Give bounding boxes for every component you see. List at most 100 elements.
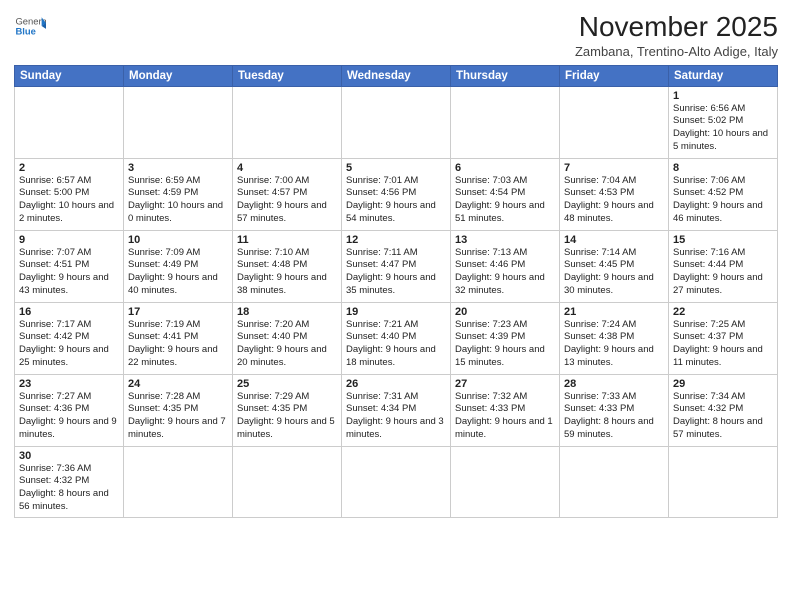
cell-info: Sunrise: 7:00 AM Sunset: 4:57 PM Dayligh… bbox=[237, 175, 337, 226]
calendar-cell bbox=[233, 446, 342, 517]
date-number: 12 bbox=[346, 234, 446, 246]
date-number: 2 bbox=[19, 162, 119, 174]
date-number: 21 bbox=[564, 306, 664, 318]
cell-info: Sunrise: 7:14 AM Sunset: 4:45 PM Dayligh… bbox=[564, 247, 664, 298]
calendar-cell: 8Sunrise: 7:06 AM Sunset: 4:52 PM Daylig… bbox=[669, 158, 778, 230]
date-number: 22 bbox=[673, 306, 773, 318]
cell-info: Sunrise: 6:57 AM Sunset: 5:00 PM Dayligh… bbox=[19, 175, 119, 226]
calendar-cell: 22Sunrise: 7:25 AM Sunset: 4:37 PM Dayli… bbox=[669, 302, 778, 374]
cell-info: Sunrise: 7:04 AM Sunset: 4:53 PM Dayligh… bbox=[564, 175, 664, 226]
day-header-sunday: Sunday bbox=[15, 65, 124, 86]
calendar-cell: 19Sunrise: 7:21 AM Sunset: 4:40 PM Dayli… bbox=[342, 302, 451, 374]
date-number: 19 bbox=[346, 306, 446, 318]
cell-info: Sunrise: 7:32 AM Sunset: 4:33 PM Dayligh… bbox=[455, 391, 555, 442]
date-number: 20 bbox=[455, 306, 555, 318]
calendar-cell: 14Sunrise: 7:14 AM Sunset: 4:45 PM Dayli… bbox=[560, 230, 669, 302]
title-block: November 2025 Zambana, Trentino-Alto Adi… bbox=[575, 10, 778, 59]
date-number: 1 bbox=[673, 90, 773, 102]
calendar-cell: 18Sunrise: 7:20 AM Sunset: 4:40 PM Dayli… bbox=[233, 302, 342, 374]
calendar-cell: 10Sunrise: 7:09 AM Sunset: 4:49 PM Dayli… bbox=[124, 230, 233, 302]
cell-info: Sunrise: 7:27 AM Sunset: 4:36 PM Dayligh… bbox=[19, 391, 119, 442]
day-header-saturday: Saturday bbox=[669, 65, 778, 86]
date-number: 25 bbox=[237, 378, 337, 390]
calendar-cell bbox=[451, 446, 560, 517]
week-row-1: 2Sunrise: 6:57 AM Sunset: 5:00 PM Daylig… bbox=[15, 158, 778, 230]
logo: General Blue bbox=[14, 10, 46, 42]
date-number: 3 bbox=[128, 162, 228, 174]
cell-info: Sunrise: 7:24 AM Sunset: 4:38 PM Dayligh… bbox=[564, 319, 664, 370]
calendar-cell: 15Sunrise: 7:16 AM Sunset: 4:44 PM Dayli… bbox=[669, 230, 778, 302]
cell-info: Sunrise: 7:20 AM Sunset: 4:40 PM Dayligh… bbox=[237, 319, 337, 370]
date-number: 4 bbox=[237, 162, 337, 174]
date-number: 13 bbox=[455, 234, 555, 246]
date-number: 8 bbox=[673, 162, 773, 174]
calendar-cell: 24Sunrise: 7:28 AM Sunset: 4:35 PM Dayli… bbox=[124, 374, 233, 446]
calendar-cell: 2Sunrise: 6:57 AM Sunset: 5:00 PM Daylig… bbox=[15, 158, 124, 230]
calendar-cell: 7Sunrise: 7:04 AM Sunset: 4:53 PM Daylig… bbox=[560, 158, 669, 230]
header: General Blue November 2025 Zambana, Tren… bbox=[14, 10, 778, 59]
date-number: 9 bbox=[19, 234, 119, 246]
cell-info: Sunrise: 7:17 AM Sunset: 4:42 PM Dayligh… bbox=[19, 319, 119, 370]
cell-info: Sunrise: 6:59 AM Sunset: 4:59 PM Dayligh… bbox=[128, 175, 228, 226]
calendar-cell: 16Sunrise: 7:17 AM Sunset: 4:42 PM Dayli… bbox=[15, 302, 124, 374]
calendar-table: SundayMondayTuesdayWednesdayThursdayFrid… bbox=[14, 65, 778, 518]
calendar-cell bbox=[233, 86, 342, 158]
date-number: 11 bbox=[237, 234, 337, 246]
date-number: 15 bbox=[673, 234, 773, 246]
calendar-cell: 27Sunrise: 7:32 AM Sunset: 4:33 PM Dayli… bbox=[451, 374, 560, 446]
cell-info: Sunrise: 7:25 AM Sunset: 4:37 PM Dayligh… bbox=[673, 319, 773, 370]
week-row-2: 9Sunrise: 7:07 AM Sunset: 4:51 PM Daylig… bbox=[15, 230, 778, 302]
cell-info: Sunrise: 7:06 AM Sunset: 4:52 PM Dayligh… bbox=[673, 175, 773, 226]
calendar-cell: 6Sunrise: 7:03 AM Sunset: 4:54 PM Daylig… bbox=[451, 158, 560, 230]
day-header-row: SundayMondayTuesdayWednesdayThursdayFrid… bbox=[15, 65, 778, 86]
date-number: 17 bbox=[128, 306, 228, 318]
calendar-cell: 5Sunrise: 7:01 AM Sunset: 4:56 PM Daylig… bbox=[342, 158, 451, 230]
generalblue-logo-icon: General Blue bbox=[14, 10, 46, 42]
date-number: 27 bbox=[455, 378, 555, 390]
calendar-cell: 26Sunrise: 7:31 AM Sunset: 4:34 PM Dayli… bbox=[342, 374, 451, 446]
calendar-cell bbox=[124, 86, 233, 158]
calendar-cell: 9Sunrise: 7:07 AM Sunset: 4:51 PM Daylig… bbox=[15, 230, 124, 302]
calendar-cell: 28Sunrise: 7:33 AM Sunset: 4:33 PM Dayli… bbox=[560, 374, 669, 446]
date-number: 26 bbox=[346, 378, 446, 390]
calendar-cell: 17Sunrise: 7:19 AM Sunset: 4:41 PM Dayli… bbox=[124, 302, 233, 374]
cell-info: Sunrise: 7:11 AM Sunset: 4:47 PM Dayligh… bbox=[346, 247, 446, 298]
calendar-cell bbox=[124, 446, 233, 517]
svg-text:General: General bbox=[15, 17, 46, 28]
calendar-cell bbox=[560, 446, 669, 517]
cell-info: Sunrise: 7:36 AM Sunset: 4:32 PM Dayligh… bbox=[19, 463, 119, 514]
calendar-cell bbox=[342, 86, 451, 158]
calendar-cell bbox=[560, 86, 669, 158]
calendar-cell: 3Sunrise: 6:59 AM Sunset: 4:59 PM Daylig… bbox=[124, 158, 233, 230]
calendar-cell bbox=[15, 86, 124, 158]
calendar-cell bbox=[342, 446, 451, 517]
cell-info: Sunrise: 7:31 AM Sunset: 4:34 PM Dayligh… bbox=[346, 391, 446, 442]
cell-info: Sunrise: 7:21 AM Sunset: 4:40 PM Dayligh… bbox=[346, 319, 446, 370]
calendar-cell: 4Sunrise: 7:00 AM Sunset: 4:57 PM Daylig… bbox=[233, 158, 342, 230]
week-row-3: 16Sunrise: 7:17 AM Sunset: 4:42 PM Dayli… bbox=[15, 302, 778, 374]
week-row-0: 1Sunrise: 6:56 AM Sunset: 5:02 PM Daylig… bbox=[15, 86, 778, 158]
cell-info: Sunrise: 7:07 AM Sunset: 4:51 PM Dayligh… bbox=[19, 247, 119, 298]
day-header-wednesday: Wednesday bbox=[342, 65, 451, 86]
date-number: 7 bbox=[564, 162, 664, 174]
date-number: 18 bbox=[237, 306, 337, 318]
cell-info: Sunrise: 7:19 AM Sunset: 4:41 PM Dayligh… bbox=[128, 319, 228, 370]
cell-info: Sunrise: 7:16 AM Sunset: 4:44 PM Dayligh… bbox=[673, 247, 773, 298]
calendar-cell: 20Sunrise: 7:23 AM Sunset: 4:39 PM Dayli… bbox=[451, 302, 560, 374]
calendar-cell: 1Sunrise: 6:56 AM Sunset: 5:02 PM Daylig… bbox=[669, 86, 778, 158]
date-number: 16 bbox=[19, 306, 119, 318]
cell-info: Sunrise: 7:33 AM Sunset: 4:33 PM Dayligh… bbox=[564, 391, 664, 442]
calendar-cell: 12Sunrise: 7:11 AM Sunset: 4:47 PM Dayli… bbox=[342, 230, 451, 302]
date-number: 6 bbox=[455, 162, 555, 174]
cell-info: Sunrise: 7:10 AM Sunset: 4:48 PM Dayligh… bbox=[237, 247, 337, 298]
page: General Blue November 2025 Zambana, Tren… bbox=[0, 0, 792, 612]
cell-info: Sunrise: 7:09 AM Sunset: 4:49 PM Dayligh… bbox=[128, 247, 228, 298]
week-row-4: 23Sunrise: 7:27 AM Sunset: 4:36 PM Dayli… bbox=[15, 374, 778, 446]
day-header-friday: Friday bbox=[560, 65, 669, 86]
date-number: 29 bbox=[673, 378, 773, 390]
calendar-subtitle: Zambana, Trentino-Alto Adige, Italy bbox=[575, 44, 778, 59]
date-number: 30 bbox=[19, 450, 119, 462]
calendar-cell: 21Sunrise: 7:24 AM Sunset: 4:38 PM Dayli… bbox=[560, 302, 669, 374]
cell-info: Sunrise: 7:34 AM Sunset: 4:32 PM Dayligh… bbox=[673, 391, 773, 442]
date-number: 28 bbox=[564, 378, 664, 390]
